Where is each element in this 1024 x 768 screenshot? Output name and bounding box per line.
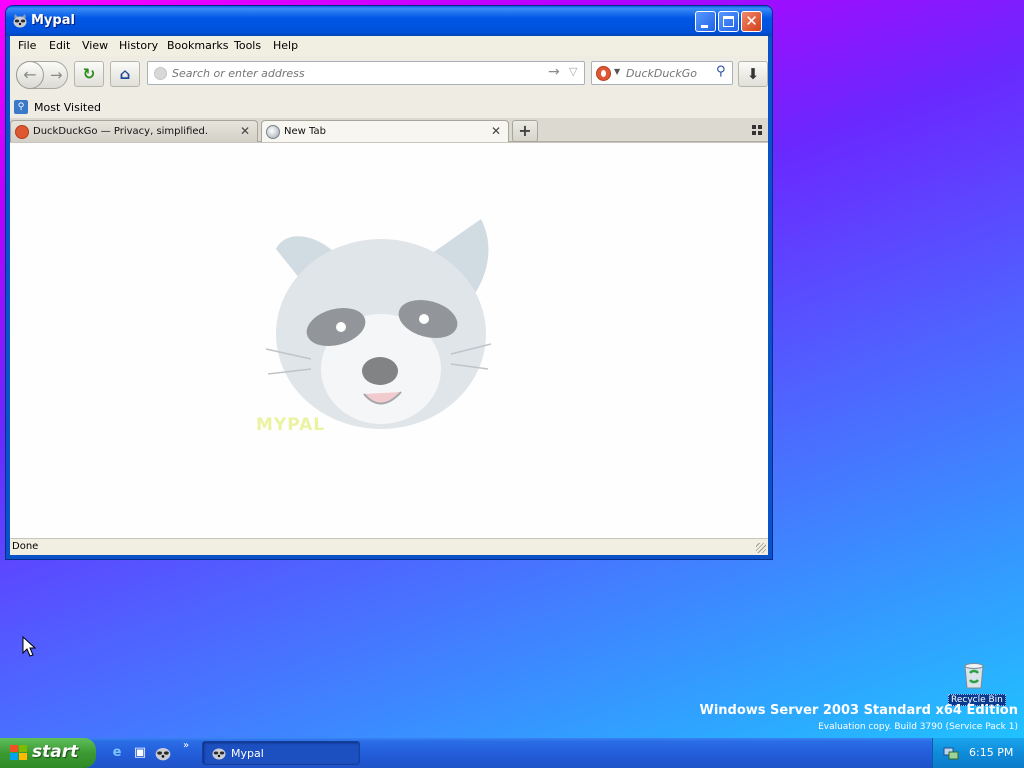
home-button[interactable]: ⌂	[110, 61, 140, 87]
status-bar: Done	[10, 538, 768, 555]
menu-view[interactable]: View	[82, 39, 108, 52]
search-icon[interactable]: ⚲	[716, 64, 726, 79]
search-engine-dropdown-icon[interactable]: ▼	[614, 67, 620, 76]
mypal-quicklaunch-icon[interactable]	[154, 744, 172, 762]
back-forward-group: ← →	[16, 61, 68, 89]
minimize-button[interactable]	[695, 11, 716, 32]
download-arrow-icon: ⬇	[746, 65, 760, 83]
windows-flag-icon	[10, 745, 28, 761]
browser-client: File Edit View History Bookmarks Tools H…	[10, 36, 768, 555]
mypal-watermark: MYPAL	[256, 415, 326, 435]
title-bar[interactable]: Mypal ✕	[6, 6, 772, 36]
forward-button[interactable]: →	[50, 66, 63, 84]
url-input[interactable]	[172, 65, 532, 81]
system-tray: 6:15 PM	[932, 738, 1024, 768]
tab-duckduckgo[interactable]: DuckDuckGo — Privacy, simplified. ✕	[10, 120, 258, 143]
recycle-bin-icon[interactable]	[958, 658, 990, 690]
tab-strip: DuckDuckGo — Privacy, simplified. ✕ New …	[10, 118, 768, 143]
browser-window: Mypal ✕ File Edit View History Bookmarks…	[6, 6, 772, 559]
menu-tools[interactable]: Tools	[234, 39, 261, 52]
clock[interactable]: 6:15 PM	[969, 746, 1013, 759]
reload-icon: ↻	[82, 65, 96, 83]
duckduckgo-favicon-icon	[15, 125, 29, 139]
globe-favicon-icon	[266, 125, 280, 139]
start-button[interactable]: start	[0, 738, 96, 768]
tab-close-icon[interactable]: ✕	[240, 124, 250, 138]
back-arrow-icon: ←	[23, 65, 37, 84]
minimize-icon	[701, 25, 708, 28]
start-label: start	[32, 742, 79, 762]
internet-explorer-icon[interactable]: e	[108, 744, 126, 762]
tab-label: DuckDuckGo — Privacy, simplified.	[33, 126, 209, 137]
menu-file[interactable]: File	[18, 39, 36, 52]
status-text: Done	[12, 541, 39, 552]
url-history-dropdown-icon[interactable]: ▽	[569, 65, 577, 78]
new-tab-button[interactable]: +	[512, 120, 538, 142]
most-visited-bookmark[interactable]: Most Visited	[34, 101, 101, 114]
os-edition-title: Windows Server 2003 Standard x64 Edition	[699, 703, 1018, 718]
site-identity-icon[interactable]	[154, 67, 167, 80]
maximize-button[interactable]	[718, 11, 739, 32]
os-build-info: Evaluation copy. Build 3790 (Service Pac…	[818, 722, 1018, 732]
close-icon: ✕	[745, 12, 758, 30]
tab-label: New Tab	[284, 126, 326, 137]
resize-grip-icon[interactable]	[756, 543, 766, 553]
menu-edit[interactable]: Edit	[49, 39, 70, 52]
maximize-icon	[723, 16, 734, 27]
quicklaunch-overflow-icon[interactable]: »	[183, 740, 189, 751]
menu-help[interactable]: Help	[273, 39, 298, 52]
raccoon-mascot-logo	[265, 219, 492, 429]
url-bar[interactable]: → ▽	[147, 61, 585, 85]
most-visited-icon: ⚲	[14, 100, 28, 114]
bookmarks-toolbar: ⚲ Most Visited	[10, 98, 768, 118]
show-desktop-icon[interactable]: ▣	[131, 744, 149, 762]
window-title: Mypal	[31, 13, 75, 28]
search-bar[interactable]: ▼ ⚲	[591, 61, 733, 85]
search-input[interactable]	[626, 65, 712, 81]
home-icon: ⌂	[119, 65, 131, 83]
taskbar: start e ▣ » Mypal 6:15 PM	[0, 738, 1024, 768]
back-button[interactable]: ←	[16, 61, 44, 89]
tab-groups-icon[interactable]	[752, 125, 762, 135]
menu-history[interactable]: History	[119, 39, 158, 52]
tab-new-tab[interactable]: New Tab ✕	[261, 120, 509, 143]
menu-bar: File Edit View History Bookmarks Tools H…	[10, 36, 768, 56]
duckduckgo-engine-icon[interactable]	[596, 66, 611, 81]
downloads-button[interactable]: ⬇	[738, 61, 768, 87]
plus-icon: +	[518, 121, 532, 140]
tab-close-icon[interactable]: ✕	[491, 124, 501, 138]
raccoon-icon	[212, 748, 226, 760]
close-button[interactable]: ✕	[741, 11, 762, 32]
go-arrow-icon[interactable]: →	[548, 64, 560, 80]
taskbar-button-label: Mypal	[231, 747, 264, 760]
raccoon-icon	[13, 14, 27, 28]
page-content: MYPAL	[10, 142, 768, 538]
taskbar-button-mypal[interactable]: Mypal	[202, 741, 360, 765]
reload-button[interactable]: ↻	[74, 61, 104, 87]
menu-bookmarks[interactable]: Bookmarks	[167, 39, 228, 52]
mouse-cursor-icon	[22, 636, 36, 657]
navigation-toolbar: ← → ↻ ⌂ → ▽ ▼ ⚲ ⬇	[10, 56, 768, 98]
network-tray-icon[interactable]	[943, 745, 959, 761]
